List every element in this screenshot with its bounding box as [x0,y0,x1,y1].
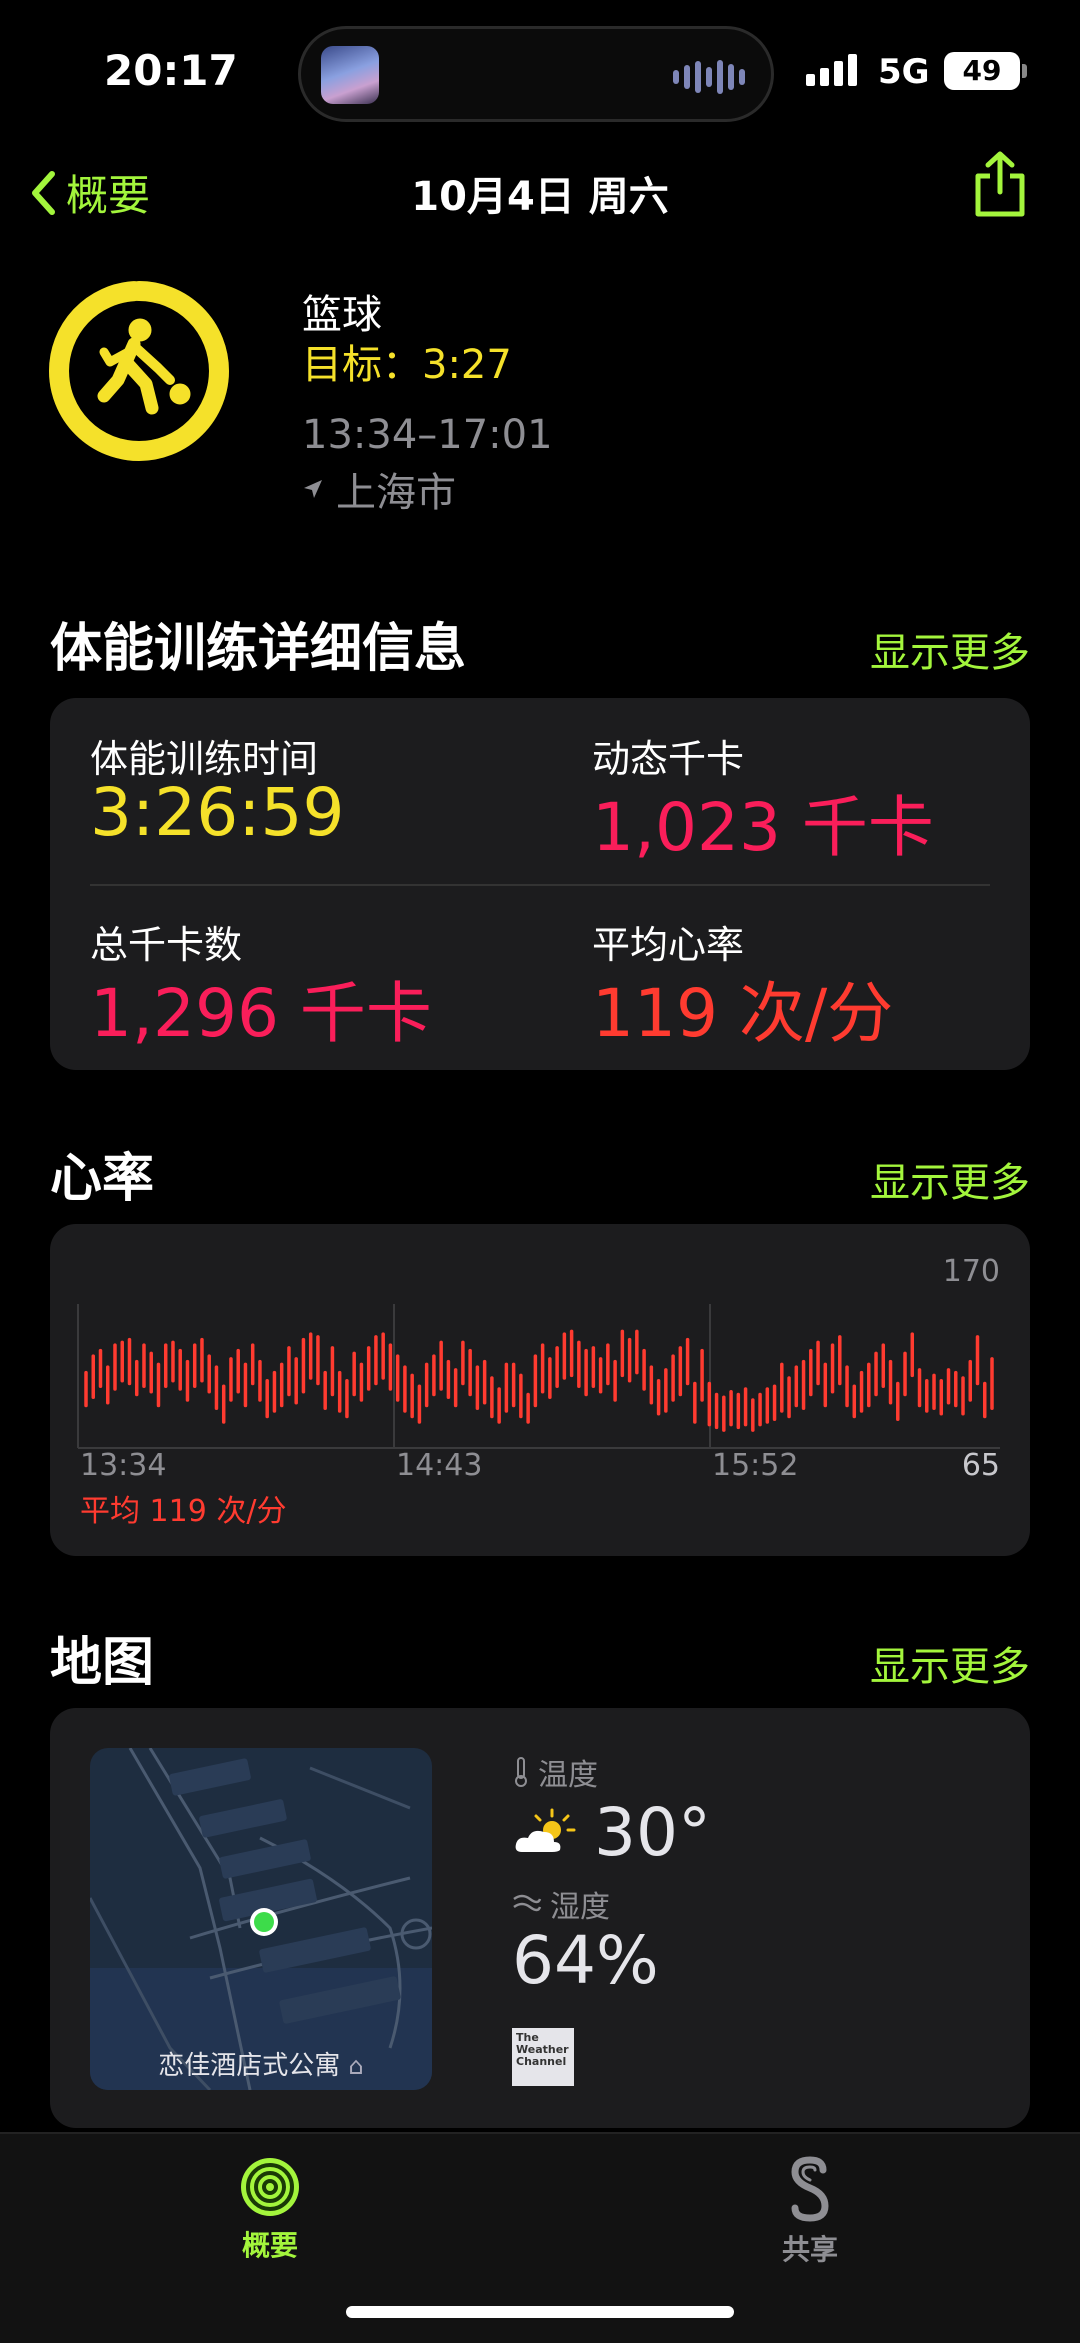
share-icon[interactable] [972,150,1028,220]
tab-summary[interactable]: 概要 [170,2156,370,2264]
home-icon: ⌂ [348,2052,364,2080]
metrics-divider [90,884,990,886]
humidity-value: 64% [512,1922,659,1999]
heart-rate-title: 心率 [50,1149,155,1209]
tab-sharing[interactable]: 共享 [710,2156,910,2268]
basketball-goal-ring [49,281,229,461]
hr-y-min-label: 65 [961,1448,1000,1483]
partly-sunny-icon [515,1808,576,1852]
audio-waveform-icon [673,59,745,95]
map-place-label: 恋佳酒店式公寓 ⌂ [90,2045,432,2082]
weather-channel-logo[interactable]: The Weather Channel [512,2028,574,2086]
battery-tip [1022,64,1027,78]
workout-time-range: 13:34–17:01 [302,412,553,458]
hr-x-label: 14:43 [396,1448,483,1483]
temperature-row: 30° [512,1794,711,1871]
activity-rings-icon [241,2158,299,2216]
location-label: 上海市 [336,470,456,516]
tab-sharing-label: 共享 [781,2233,838,2266]
network-type: 5G [878,52,930,92]
humidity-icon [513,1894,542,1912]
map-streets [90,1748,432,2090]
cellular-signal-icon [806,54,857,86]
details-title: 体能训练详细信息 [50,619,467,679]
battery-icon: 49 [944,52,1020,90]
metric-value-avg-hr: 119 次/分 [592,975,894,1052]
map-show-more[interactable]: 显示更多 [870,1634,1030,1692]
workout-location: 上海市 [302,460,456,518]
page-title: 10月4日 周六 [411,174,669,220]
temperature-label-row: 温度 [512,1750,598,1794]
hr-y-max-label: 170 [942,1254,1000,1289]
temperature-label: 温度 [538,1758,598,1793]
sharing-icon [791,2156,829,2222]
hr-x-label: 13:34 [80,1448,167,1483]
hr-average-label: 平均 119 次/分 [80,1494,287,1529]
details-show-more[interactable]: 显示更多 [870,620,1030,678]
map-title: 地图 [50,1633,155,1693]
heart-rate-show-more[interactable]: 显示更多 [870,1150,1030,1208]
dynamic-island[interactable] [298,26,774,122]
temperature-value: 30° [594,1794,711,1871]
workout-goal: 目标：3:27 [302,342,512,388]
location-arrow-icon [304,480,322,498]
metric-value-active-kcal: 1,023 千卡 [592,789,934,866]
hr-x-label: 15:52 [712,1448,799,1483]
humidity-label: 湿度 [550,1890,610,1925]
metric-value-duration: 3:26:59 [90,774,345,851]
home-indicator[interactable] [346,2306,734,2318]
route-map[interactable]: 恋佳酒店式公寓 ⌂ [90,1748,432,2090]
tab-summary-label: 概要 [241,2229,298,2262]
details-card[interactable]: 体能训练时间 3:26:59 动态千卡 1,023 千卡 总千卡数 1,296 … [50,698,1030,1070]
heart-rate-card[interactable]: 170 13:34 14:43 15:52 65 平均 119 次/分 [50,1224,1030,1556]
metric-value-total-kcal: 1,296 千卡 [90,975,432,1052]
status-time: 20:17 [104,46,238,95]
humidity-label-row: 湿度 [512,1882,610,1926]
thermometer-icon [515,1757,527,1787]
map-card[interactable]: 恋佳酒店式公寓 ⌂ 温度 30° 湿度 64% The Weather Chan… [50,1708,1030,2128]
map-place-name: 恋佳酒店式公寓 [158,2051,341,2081]
now-playing-artwork [321,46,379,104]
